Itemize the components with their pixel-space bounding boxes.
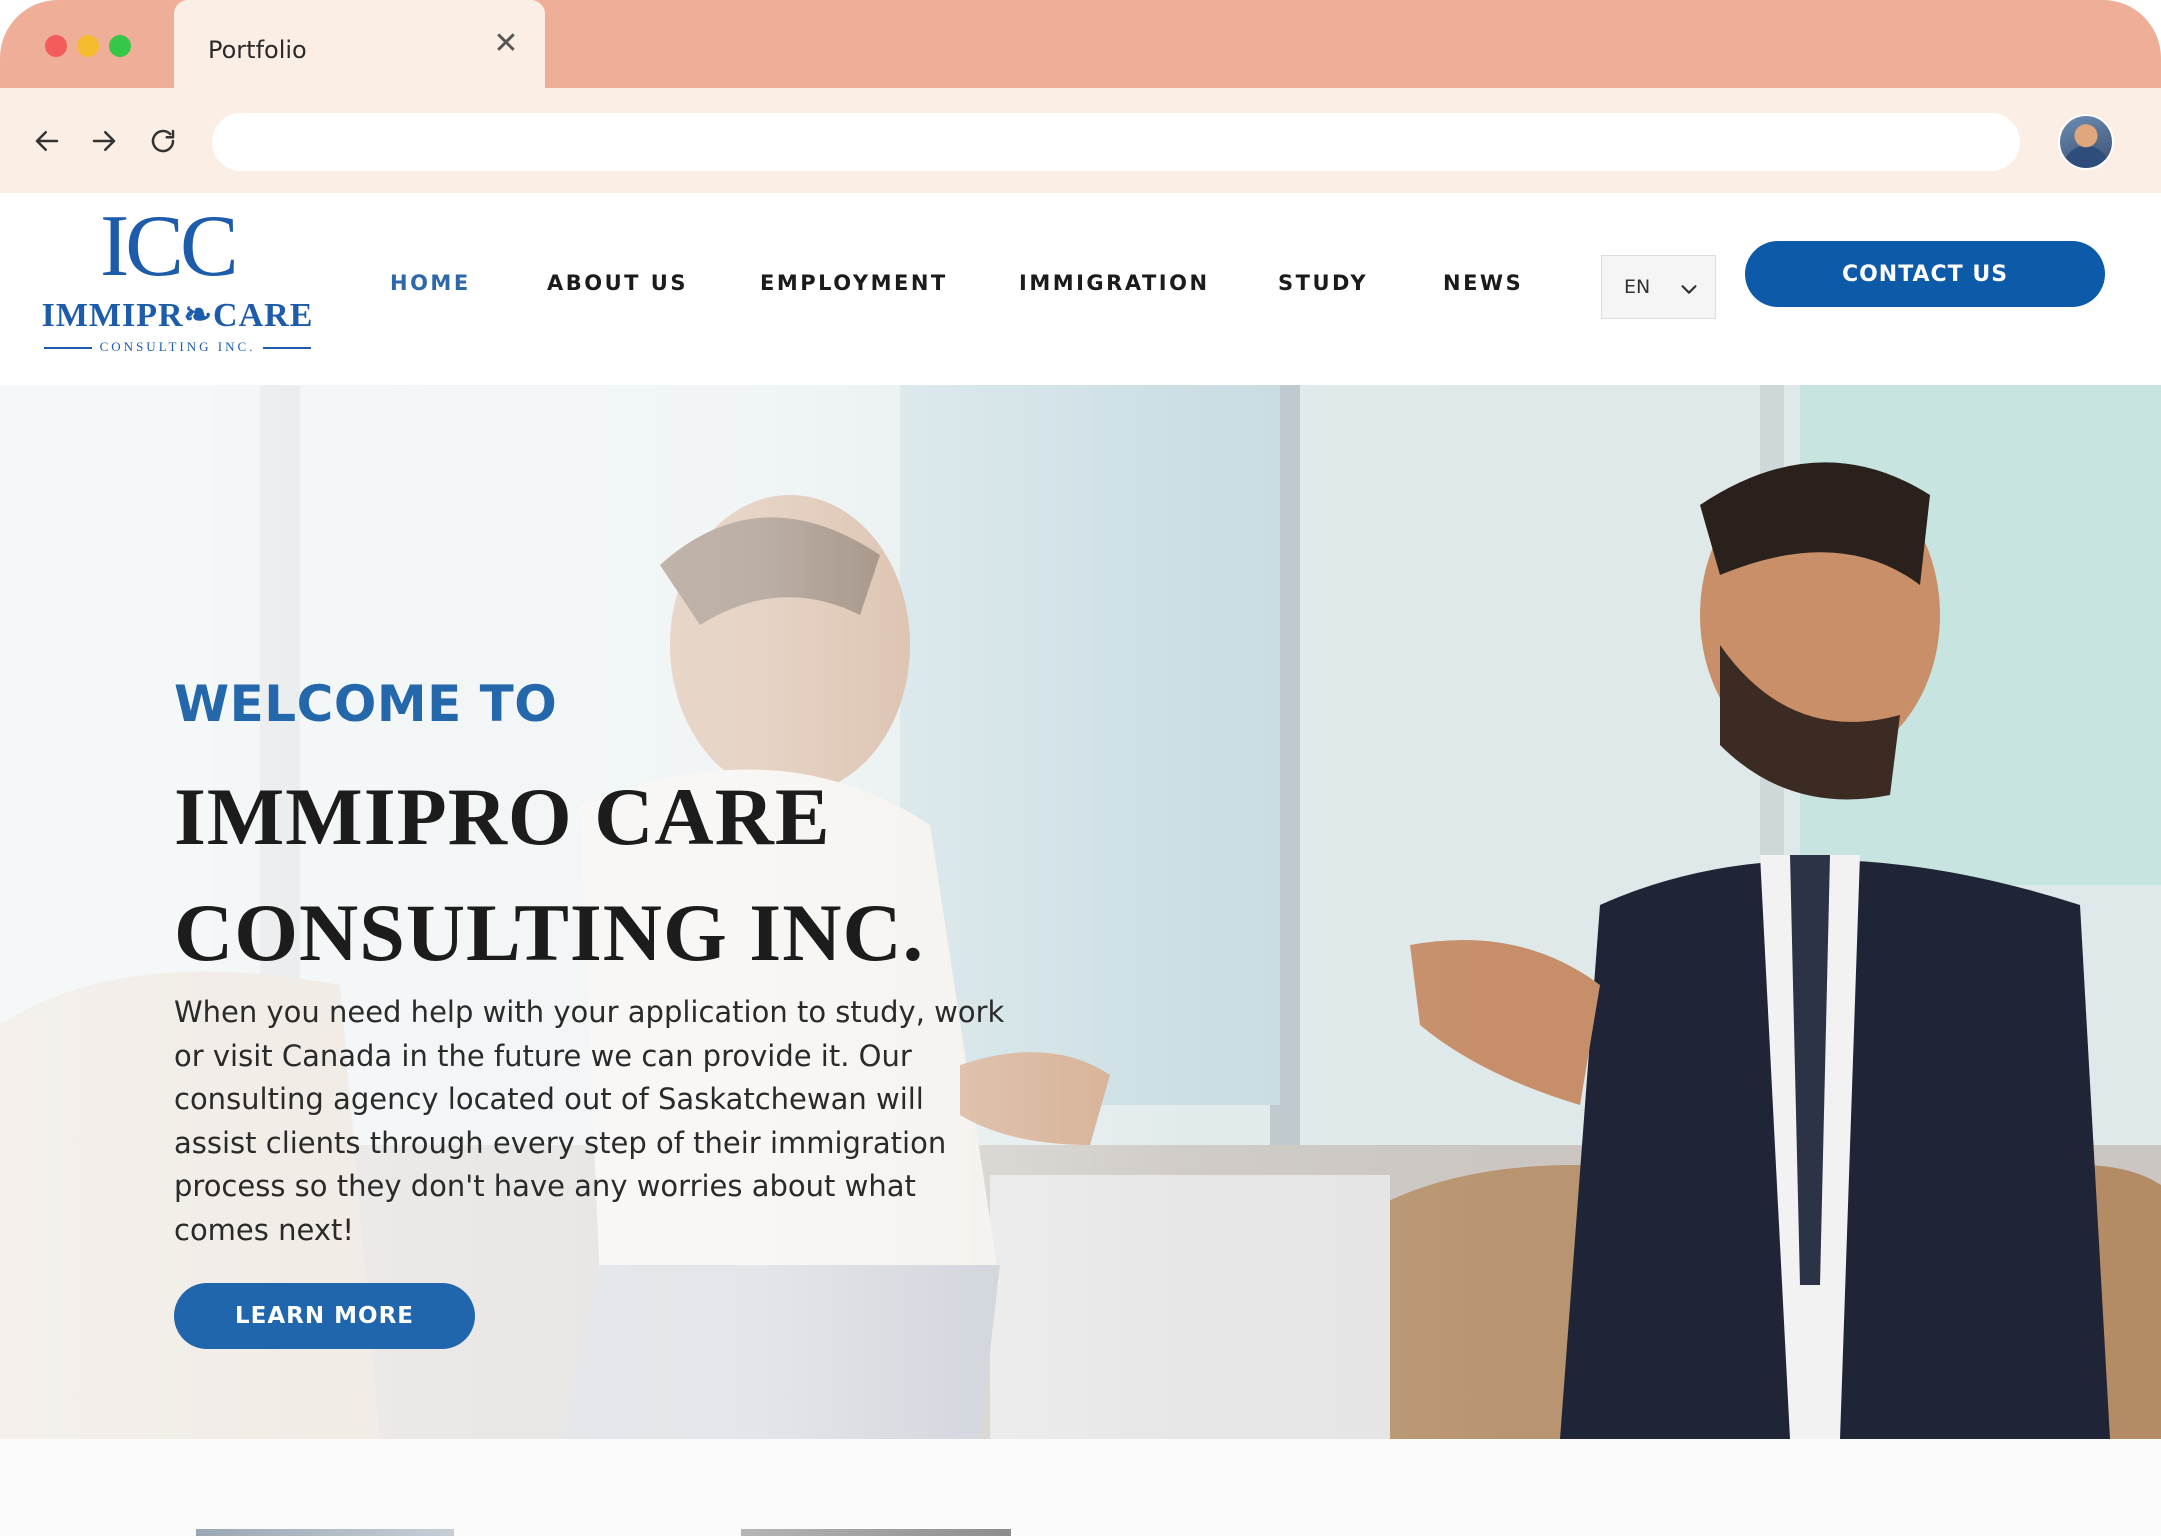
browser-toolbar xyxy=(0,88,2161,193)
next-section xyxy=(0,1439,2161,1536)
language-select[interactable]: EN xyxy=(1601,255,1716,319)
close-icon[interactable]: ✕ xyxy=(492,29,520,59)
contact-us-button[interactable]: CONTACT US xyxy=(1745,241,2105,307)
minimize-window-button[interactable] xyxy=(77,35,99,57)
maximize-window-button[interactable] xyxy=(109,35,131,57)
hero-title-line-1: IMMIPRO CARE xyxy=(174,771,831,862)
nav-immigration[interactable]: IMMIGRATION xyxy=(1019,271,1210,295)
language-value: EN xyxy=(1624,276,1651,298)
logo-divider xyxy=(263,347,311,349)
nav-home[interactable]: HOME xyxy=(390,271,471,295)
site-header: ICC IMMIPR❧CARE CONSULTING INC. HOME ABO… xyxy=(0,193,2161,385)
hero-title-line-2: CONSULTING INC. xyxy=(174,887,925,978)
chevron-down-icon xyxy=(1681,285,1697,294)
tab-bar: Portfolio ✕ xyxy=(0,0,2161,88)
address-bar[interactable] xyxy=(212,113,2020,171)
section-image xyxy=(196,1529,454,1536)
reload-icon[interactable] xyxy=(146,124,180,158)
hero-welcome: WELCOME TO xyxy=(174,675,558,733)
section-image xyxy=(741,1529,1011,1536)
learn-more-button[interactable]: LEARN MORE xyxy=(174,1283,475,1349)
nav-about-us[interactable]: ABOUT US xyxy=(547,271,688,295)
logo-mark: ICC xyxy=(100,198,239,295)
hero-section: WELCOME TO IMMIPRO CARE CONSULTING INC. … xyxy=(0,385,2161,1439)
nav-study[interactable]: STUDY xyxy=(1278,271,1368,295)
profile-avatar[interactable] xyxy=(2058,114,2114,170)
nav-employment[interactable]: EMPLOYMENT xyxy=(760,271,948,295)
back-arrow-icon[interactable] xyxy=(30,124,64,158)
company-logo[interactable]: ICC IMMIPR❧CARE CONSULTING INC. xyxy=(40,198,315,355)
browser-tab[interactable]: Portfolio ✕ xyxy=(174,0,545,88)
tab-title: Portfolio xyxy=(208,36,307,64)
hero-description: When you need help with your application… xyxy=(174,995,1005,1247)
forward-arrow-icon[interactable] xyxy=(87,124,121,158)
close-window-button[interactable] xyxy=(45,35,67,57)
hero-title: IMMIPRO CARE CONSULTING INC. xyxy=(174,759,1074,991)
browser-window: Portfolio ✕ ICC IMMIPR❧CARE CONSULTING I… xyxy=(0,0,2161,1536)
nav-news[interactable]: NEWS xyxy=(1443,271,1523,295)
logo-name: IMMIPR❧CARE xyxy=(41,297,314,334)
